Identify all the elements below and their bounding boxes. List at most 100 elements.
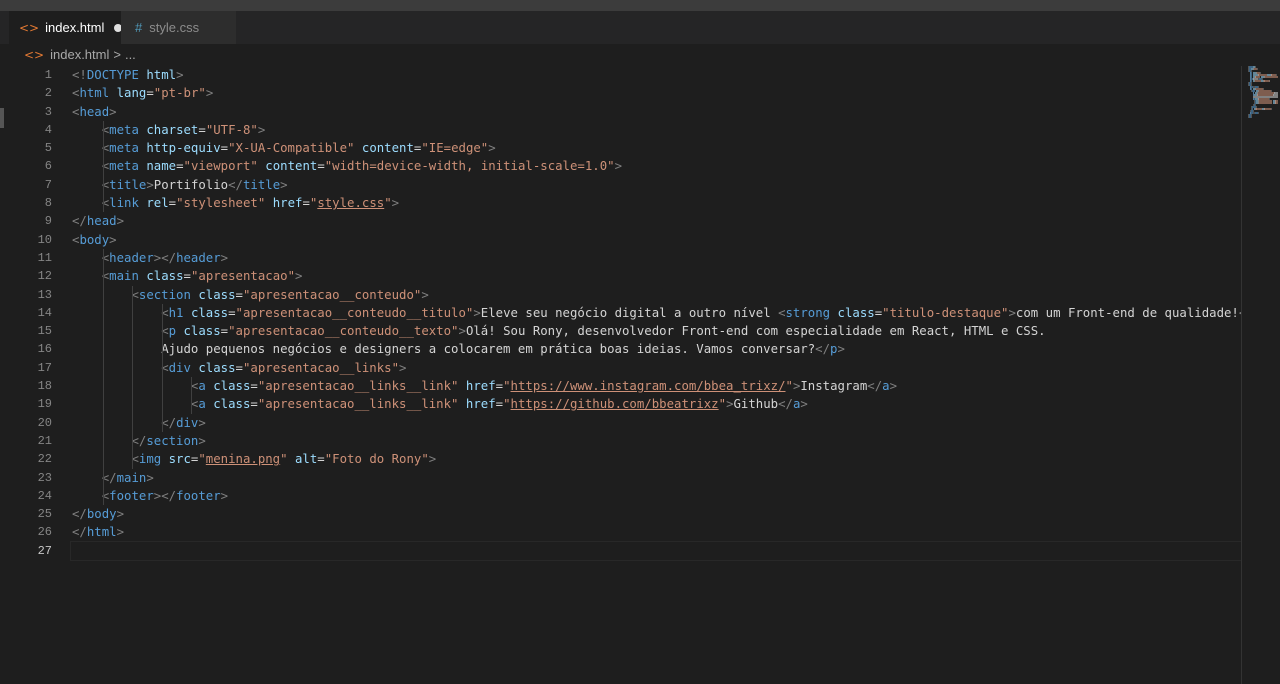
- code-token: =: [228, 305, 236, 320]
- indent-guide: [102, 120, 104, 140]
- tab-style-css[interactable]: # style.css: [121, 11, 236, 44]
- line-number-gutter: 1 2 3 4 5 6 7 8 9 10 11 12 13 14 15 16 17 18 19 20 21 22 23 24 2…: [0, 66, 52, 560]
- minimap[interactable]: [1248, 66, 1280, 126]
- minimap-token: [1264, 108, 1271, 110]
- line-number: 6: [44, 159, 52, 174]
- code-token: =: [220, 324, 229, 339]
- indent-guide: [102, 395, 104, 414]
- code-line[interactable]: </section>: [72, 431, 1241, 451]
- indent-guide: [161, 322, 163, 341]
- code-token: >: [220, 250, 229, 265]
- code-line[interactable]: <body>: [72, 231, 1241, 249]
- code-line[interactable]: <html lang="pt-br">: [72, 84, 1241, 102]
- code-line[interactable]: <a class="apresentacao__links__link" hre…: [72, 395, 1241, 414]
- code-token: "apresentacao__conteudo__titulo": [235, 305, 474, 320]
- indent-guide: [102, 303, 104, 323]
- code-token: section: [146, 433, 199, 448]
- line-number: 19: [37, 397, 52, 412]
- css-file-icon: #: [135, 20, 143, 35]
- code-line[interactable]: [70, 540, 1241, 562]
- line-number: 10: [37, 232, 52, 247]
- code-token: >: [146, 177, 154, 192]
- editor-scrollbar[interactable]: [1241, 66, 1242, 684]
- line-number: 12: [37, 269, 52, 284]
- code-token: "apresentacao__links__link": [257, 379, 459, 394]
- code-token: </: [72, 214, 87, 229]
- indent-guide: [102, 358, 104, 378]
- breadcrumb-symbol[interactable]: ...: [125, 47, 136, 62]
- breadcrumb-file[interactable]: index.html: [50, 47, 109, 62]
- code-token: content: [265, 159, 318, 174]
- line-number: 26: [37, 525, 52, 540]
- code-token: >: [116, 525, 125, 540]
- code-token: link: [109, 196, 139, 211]
- indent-guide: [132, 285, 134, 304]
- indent-guide: [102, 175, 104, 195]
- code-token: ": [280, 452, 288, 467]
- code-line[interactable]: <meta http-equiv="X-UA-Compatible" conte…: [72, 139, 1241, 158]
- code-line[interactable]: <meta name="viewport" content="width=dev…: [72, 157, 1241, 176]
- code-line[interactable]: Ajudo pequenos negócios e designers a co…: [72, 340, 1241, 359]
- indent-guide: [132, 413, 134, 432]
- code-line[interactable]: <title>Portifolio</title>: [72, 175, 1241, 195]
- code-line[interactable]: <head>: [72, 103, 1241, 121]
- indent-guide: [102, 450, 104, 469]
- code-token: =: [495, 397, 504, 412]
- code-line[interactable]: <section class="apresentacao__conteudo">: [72, 285, 1241, 304]
- code-line[interactable]: <footer></footer>: [72, 486, 1241, 506]
- code-line[interactable]: <main class="apresentacao">: [72, 267, 1241, 286]
- code-token: href: [465, 379, 496, 394]
- line-number: 3: [44, 104, 52, 119]
- code-line[interactable]: <div class="apresentacao__links">: [72, 358, 1241, 378]
- code-line[interactable]: <header></header>: [72, 248, 1241, 268]
- code-token: =: [317, 159, 325, 174]
- code-token: =: [146, 86, 154, 101]
- indent-guide: [102, 340, 104, 359]
- code-token: </: [101, 470, 117, 485]
- code-token: >: [726, 397, 734, 412]
- code-line[interactable]: </div>: [72, 413, 1241, 432]
- line-number: 7: [44, 177, 52, 192]
- line-number: 22: [37, 452, 52, 467]
- code-line[interactable]: </body>: [72, 505, 1241, 523]
- indent-guide: [102, 413, 104, 432]
- code-token: class: [198, 360, 236, 375]
- indent-guide: [161, 395, 163, 414]
- code-token: div: [176, 415, 199, 430]
- code-area[interactable]: <!DOCTYPE html> <html lang="pt-br"> <head>…: [70, 66, 1241, 562]
- indent-guide: [132, 377, 134, 396]
- code-line[interactable]: <h1 class="apresentacao__conteudo__titul…: [72, 303, 1241, 323]
- code-token: "apresentacao__conteudo__texto": [228, 324, 459, 339]
- code-line[interactable]: <img src="menina.png" alt="Foto do Rony"…: [72, 450, 1241, 469]
- tab-index-html[interactable]: <> index.html: [9, 11, 123, 44]
- minimap-token: [1251, 82, 1252, 84]
- code-line[interactable]: <a class="apresentacao__links__link" hre…: [72, 377, 1241, 396]
- code-line[interactable]: <link rel="stylesheet" href="style.css">: [72, 194, 1241, 213]
- code-token: class: [213, 397, 251, 412]
- code-line[interactable]: <p class="apresentacao__conteudo__texto"…: [72, 322, 1241, 341]
- code-editor[interactable]: 1 2 3 4 5 6 7 8 9 10 11 12 13 14 15 16 17 18 19 20 21 22 23 24 2…: [0, 66, 1241, 684]
- indent-guide: [132, 450, 134, 469]
- code-token: name: [146, 159, 177, 174]
- code-token: class: [190, 305, 229, 320]
- minimap-token: [1251, 116, 1252, 118]
- code-token: >: [399, 360, 407, 375]
- code-line[interactable]: </main>: [72, 468, 1241, 487]
- code-token: >: [109, 104, 117, 119]
- code-token: h1: [168, 305, 184, 320]
- code-token: content: [361, 141, 414, 156]
- code-token: =: [250, 397, 258, 412]
- code-line[interactable]: <!DOCTYPE html>: [72, 66, 1241, 84]
- code-line[interactable]: <meta charset="UTF-8">: [72, 120, 1241, 140]
- code-token: Olá! Sou Rony, desenvolvedor Front-end c…: [465, 324, 1046, 339]
- code-line[interactable]: </html>: [72, 523, 1241, 541]
- code-line[interactable]: </head>: [72, 212, 1241, 230]
- line-number: 11: [37, 250, 52, 265]
- html-file-icon: <>: [24, 48, 45, 62]
- code-token: =: [176, 159, 184, 174]
